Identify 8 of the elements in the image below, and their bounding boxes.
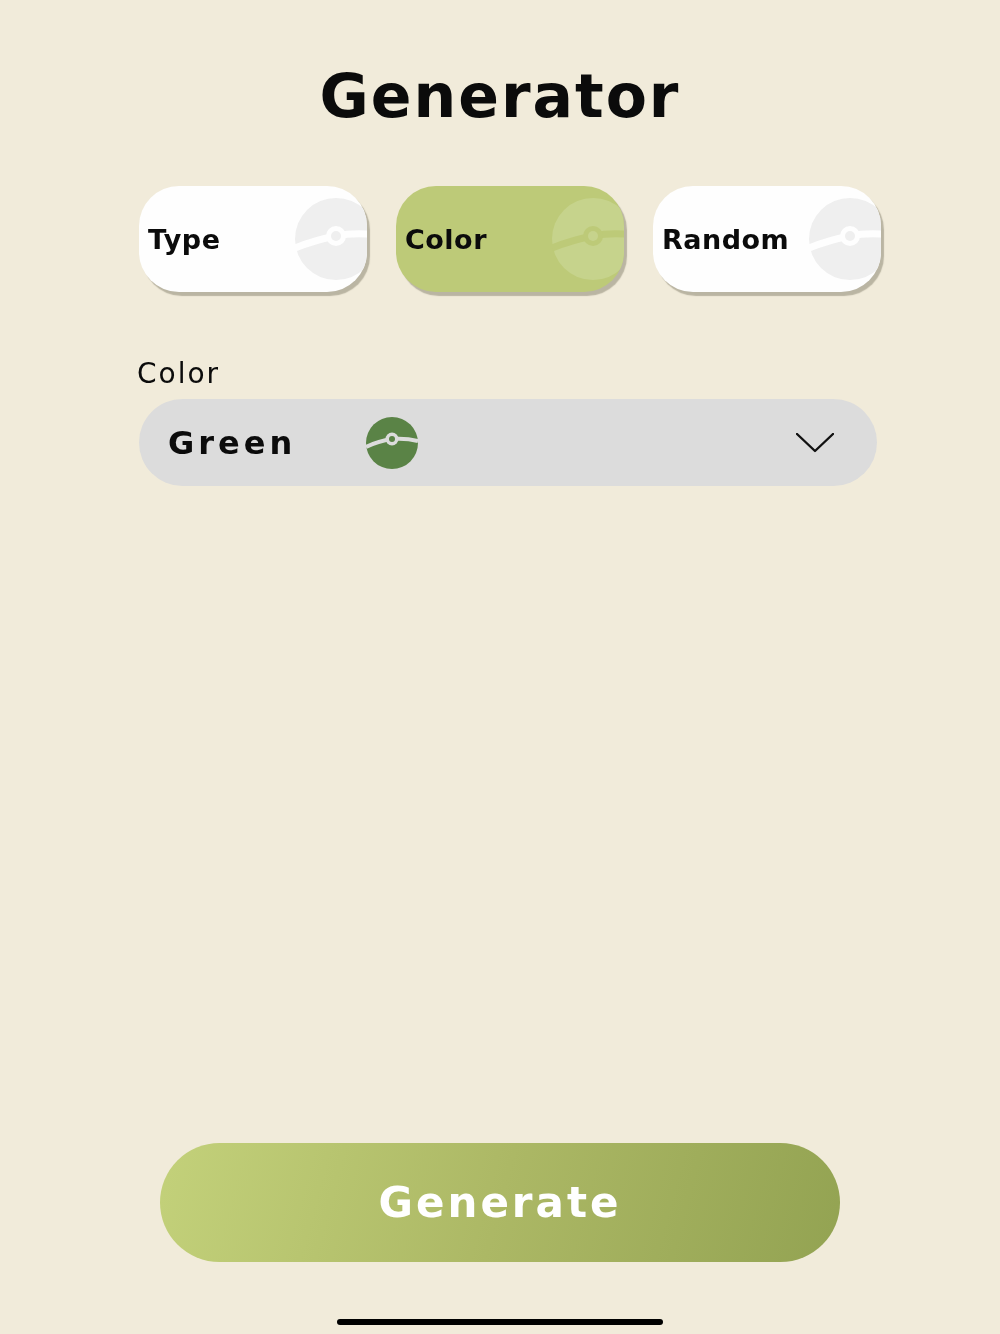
tab[interactable]: Type — [139, 186, 367, 292]
field-label: Color — [137, 356, 221, 392]
page-title: Generator — [319, 60, 681, 133]
tab[interactable]: Random — [653, 186, 881, 292]
chevron-down-icon — [796, 432, 834, 453]
color-dropdown[interactable]: Green — [139, 399, 877, 486]
ball-icon — [366, 416, 419, 469]
tab[interactable]: Color — [396, 186, 624, 292]
